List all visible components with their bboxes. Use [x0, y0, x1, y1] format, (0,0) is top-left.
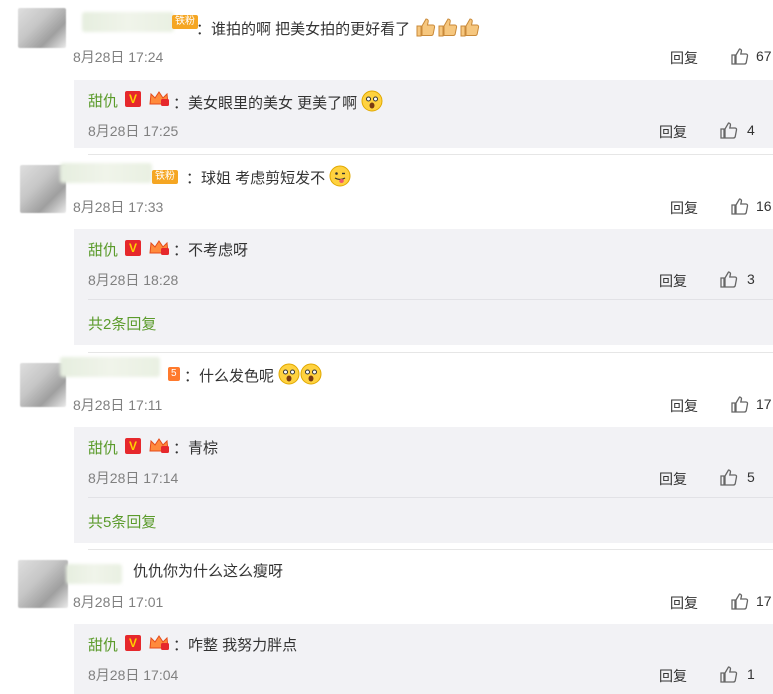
- username-blurred[interactable]: [82, 12, 174, 32]
- fan-badge: 5: [168, 367, 180, 381]
- avatar[interactable]: [18, 560, 68, 608]
- reply-button[interactable]: 回复: [659, 271, 687, 291]
- divider: [88, 549, 773, 550]
- divider: [88, 352, 773, 353]
- crown-icon: [149, 635, 169, 650]
- reply-button[interactable]: 回复: [670, 593, 698, 613]
- reply-button[interactable]: 回复: [670, 396, 698, 416]
- like-count: 67: [756, 48, 772, 64]
- like-count: 1: [747, 666, 755, 682]
- fan-badge: 铁粉: [172, 15, 198, 29]
- like-button[interactable]: 1: [719, 664, 755, 684]
- reply-text: ：不考虑呀: [173, 242, 249, 259]
- reply-time: 8月28日 17:04: [88, 667, 179, 683]
- like-button[interactable]: 3: [719, 269, 755, 289]
- thumbs-up-outline-icon: [720, 122, 738, 139]
- reply-button[interactable]: 回复: [659, 469, 687, 489]
- like-count: 17: [756, 593, 772, 609]
- divider: [88, 154, 773, 155]
- reply-button[interactable]: 回复: [659, 122, 687, 142]
- like-button[interactable]: 4: [719, 120, 755, 140]
- comment-text: ：什么发色呢: [184, 363, 322, 388]
- comment-time: 8月28日 17:24: [73, 49, 164, 65]
- thumbs-up-outline-icon: [731, 48, 749, 65]
- thumbs-up-icon: [416, 18, 436, 37]
- tongue-face-icon: [329, 165, 351, 187]
- thumbs-up-outline-icon: [731, 593, 749, 610]
- crown-icon: [149, 240, 169, 255]
- like-button[interactable]: 17: [730, 591, 772, 611]
- shocked-face-icon: [278, 363, 300, 385]
- verified-badge: V: [125, 438, 141, 454]
- crown-icon: [149, 91, 169, 106]
- like-button[interactable]: 5: [719, 467, 755, 487]
- reply-time: 8月28日 18:28: [88, 272, 179, 288]
- comment-text: ：球姐 考虑剪短发不: [186, 165, 351, 190]
- reply-author[interactable]: 甜仇: [88, 239, 118, 260]
- reply-time: 8月28日 17:14: [88, 470, 179, 486]
- thumbs-up-icon: [438, 18, 458, 37]
- thumbs-up-outline-icon: [731, 198, 749, 215]
- reply-text: ：青棕: [173, 440, 219, 457]
- like-count: 16: [756, 198, 772, 214]
- reply-button[interactable]: 回复: [670, 198, 698, 218]
- crown-icon: [149, 438, 169, 453]
- like-button[interactable]: 17: [730, 394, 772, 414]
- comment-text: ：谁拍的啊 把美女拍的更好看了: [196, 16, 480, 41]
- thumbs-up-outline-icon: [720, 666, 738, 683]
- reply-text: ：咋整 我努力胖点: [173, 637, 298, 654]
- reply-box: 甜仇 V ：美女眼里的美女 更美了啊 8月28日 17:25 回复 4: [74, 80, 773, 148]
- reply-box: 甜仇 V ：不考虑呀 8月28日 18:28 回复 3 共2条回复: [74, 229, 773, 345]
- fan-badge: 铁粉: [152, 170, 178, 184]
- comment-time: 8月28日 17:33: [73, 199, 164, 215]
- like-button[interactable]: 16: [730, 196, 772, 216]
- like-button[interactable]: 67: [730, 46, 772, 66]
- verified-badge: V: [125, 240, 141, 256]
- reply-author[interactable]: 甜仇: [88, 437, 118, 458]
- avatar[interactable]: [18, 8, 66, 48]
- like-count: 17: [756, 396, 772, 412]
- reply-author[interactable]: 甜仇: [88, 634, 118, 655]
- thumbs-up-icon: [460, 18, 480, 37]
- more-replies-link[interactable]: 共5条回复: [88, 511, 156, 532]
- reply-button[interactable]: 回复: [659, 666, 687, 686]
- reply-time: 8月28日 17:25: [88, 123, 179, 139]
- reply-box: 甜仇 V ：咋整 我努力胖点 8月28日 17:04 回复 1: [74, 624, 773, 694]
- comment-text: 仇仇你为什么这么瘦呀: [133, 563, 284, 580]
- divider: [88, 299, 773, 300]
- thumbs-up-outline-icon: [731, 396, 749, 413]
- username-blurred[interactable]: [66, 564, 122, 584]
- like-count: 5: [747, 469, 755, 485]
- shocked-face-icon: [300, 363, 322, 385]
- comment-time: 8月28日 17:01: [73, 594, 164, 610]
- thumbs-up-outline-icon: [720, 469, 738, 486]
- thumbs-up-outline-icon: [720, 271, 738, 288]
- comment-time: 8月28日 17:11: [73, 397, 163, 413]
- verified-badge: V: [125, 635, 141, 651]
- reply-text: ：美女眼里的美女 更美了啊: [173, 90, 383, 113]
- shocked-face-icon: [361, 90, 383, 112]
- reply-author[interactable]: 甜仇: [88, 90, 118, 111]
- divider: [88, 497, 773, 498]
- reply-button[interactable]: 回复: [670, 48, 698, 68]
- like-count: 3: [747, 271, 755, 287]
- username-blurred[interactable]: [60, 357, 160, 377]
- verified-badge: V: [125, 91, 141, 107]
- more-replies-link[interactable]: 共2条回复: [88, 313, 156, 334]
- username-blurred[interactable]: [60, 163, 152, 183]
- like-count: 4: [747, 122, 755, 138]
- reply-box: 甜仇 V ：青棕 8月28日 17:14 回复 5 共5条回复: [74, 427, 773, 543]
